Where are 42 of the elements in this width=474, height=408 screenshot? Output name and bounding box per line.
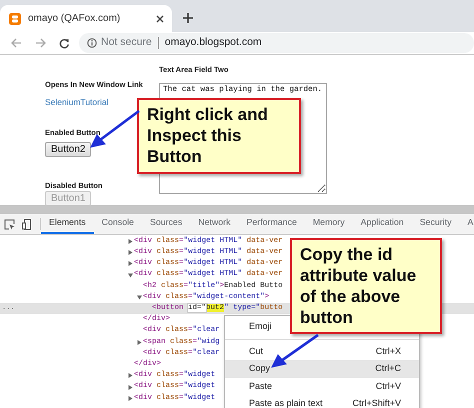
favicon-icon (9, 12, 21, 24)
info-icon[interactable] (87, 38, 97, 48)
shortcut-text: Ctrl+V (376, 380, 401, 392)
browser-tab[interactable]: omayo (QAFox.com) (0, 5, 172, 32)
annotation-tooltip: Right click and Inspect this Button (137, 98, 301, 174)
shortcut-text: Ctrl+Shift+V (352, 397, 401, 408)
inspect-icon[interactable] (4, 218, 15, 230)
close-icon[interactable] (156, 14, 164, 22)
link[interactable]: SeleniumTutorial (45, 96, 108, 109)
new-tab-icon[interactable] (183, 13, 193, 23)
annotation-tooltip: Copy the id attribute value of the above button (290, 238, 442, 334)
shortcut-text: Ctrl+C (375, 362, 401, 375)
device-icon[interactable] (22, 218, 32, 230)
reload-icon[interactable] (58, 38, 70, 48)
shortcut-text: Ctrl+X (376, 344, 401, 358)
triangle-icon[interactable] (136, 295, 142, 300)
url-text: omayo.blogspot.com (164, 35, 262, 50)
page-button[interactable]: Button2 (45, 142, 92, 157)
triangle-icon[interactable] (128, 373, 132, 378)
triangle-icon[interactable] (128, 261, 132, 266)
triangle-icon[interactable] (128, 239, 132, 244)
devtools-tab[interactable]: Elements (41, 214, 94, 234)
menu-item[interactable]: Cut Ctrl+X (225, 342, 419, 360)
triangle-icon[interactable] (136, 340, 142, 345)
triangle-icon[interactable] (128, 250, 132, 256)
triangle-icon[interactable] (128, 272, 132, 278)
devtools-tab[interactable]: Security (412, 214, 460, 234)
devtools-tab[interactable]: A (459, 214, 474, 234)
devtools-tab[interactable]: Console (94, 214, 142, 234)
triangle-icon[interactable] (128, 396, 132, 401)
menu-item[interactable]: Copy Ctrl+C (225, 360, 419, 378)
devtools-tab[interactable]: Memory (304, 214, 353, 234)
devtools-tab[interactable]: Sources (142, 214, 190, 234)
address-bar[interactable]: Not secure omayo.blogspot.com (79, 33, 474, 53)
devtools-tab[interactable]: Network (190, 214, 238, 234)
security-label: Not secure (101, 35, 152, 50)
triangle-icon[interactable] (128, 384, 132, 390)
devtools-tab[interactable]: Application (352, 214, 412, 234)
pointer-arrow (271, 334, 319, 368)
menu-item[interactable]: Paste as plain text Ctrl+Shift+V (225, 395, 419, 408)
menu-item[interactable]: Paste Ctrl+V (225, 378, 419, 395)
devtools-tab[interactable]: Performance (238, 214, 305, 234)
